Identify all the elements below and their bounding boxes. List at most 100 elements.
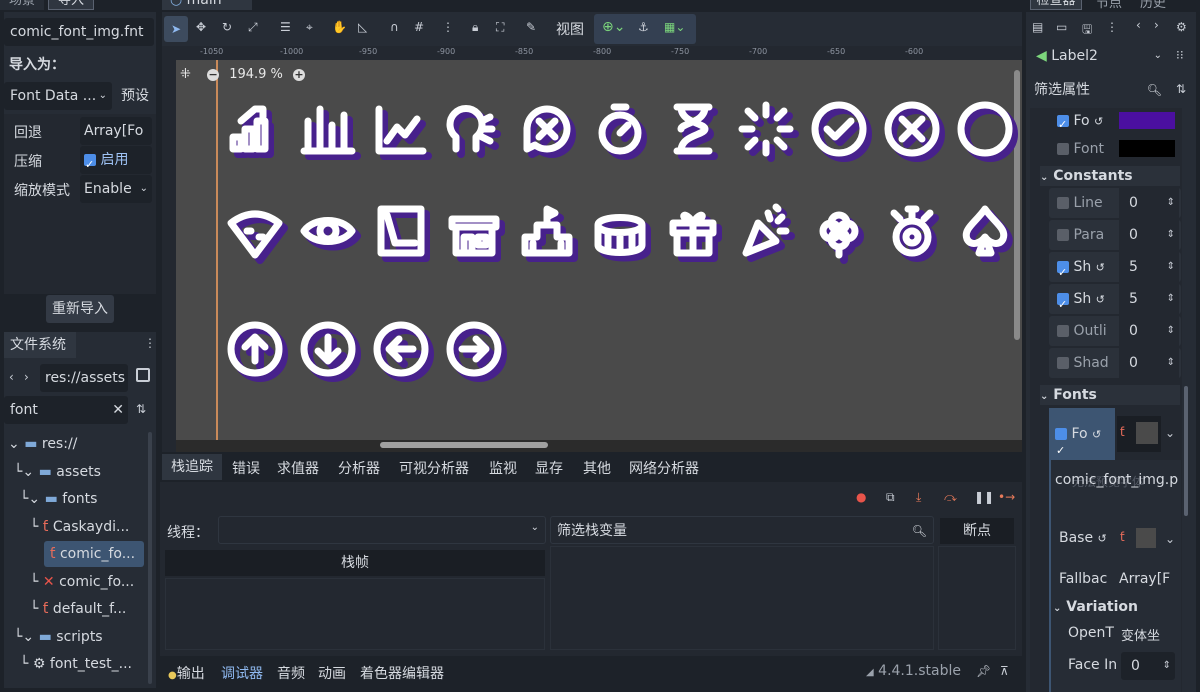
kebab-menu-icon[interactable]: ⋮ (144, 336, 156, 350)
spinbox[interactable]: 5 ⇕ (1119, 252, 1179, 282)
prop-constant-row[interactable]: Sh ↺5⇕ (1049, 284, 1181, 320)
bottom-tab-animation[interactable]: 动画 (318, 663, 346, 683)
breakpoints-list[interactable] (938, 546, 1016, 650)
prop-value-compress[interactable]: 启用 (80, 146, 152, 179)
scale-tool-icon[interactable]: ⤢ (248, 20, 258, 35)
list-select-icon[interactable]: ☰ (280, 20, 291, 34)
filter-settings-icon[interactable]: ⇅ (1176, 82, 1186, 96)
inspector-scrollbar[interactable] (1184, 386, 1188, 516)
step-over-icon[interactable]: ⤼ (944, 490, 957, 505)
stack-frames-list[interactable] (165, 578, 545, 650)
property-filter-input[interactable]: 筛选属性 🔍︎ (1030, 76, 1168, 104)
checkbox-icon[interactable] (1057, 197, 1069, 209)
fonts-header[interactable]: ⌄ Fonts (1040, 385, 1180, 405)
prop-constant-row[interactable]: Sh ↺5⇕ (1049, 252, 1181, 288)
add-circle-icon[interactable]: ⊕⌄ (602, 19, 625, 35)
font-shadow-swatch[interactable] (1119, 140, 1175, 157)
center-view-icon[interactable]: ⁜ (180, 67, 191, 82)
revert-icon[interactable]: ↺ (1092, 428, 1101, 441)
debugger-tab-vram[interactable]: 显存 (535, 458, 563, 478)
tree-item-res[interactable]: ⌄ ▬ res:// (8, 431, 77, 457)
history-back-icon[interactable]: ‹ (1136, 18, 1141, 32)
rotate-tool-icon[interactable]: ↻ (222, 20, 232, 34)
base-font-picker[interactable]: ƭ (1117, 524, 1161, 554)
spinner-arrows-icon[interactable]: ⇕ (1163, 652, 1171, 680)
spinbox[interactable]: 0 ⇕ (1119, 220, 1179, 250)
pan-hand-icon[interactable]: ✋ (332, 20, 347, 34)
pivot-icon[interactable]: ⌖ (306, 20, 313, 35)
checkbox-icon[interactable] (84, 151, 96, 179)
prop-fallbacks-value[interactable]: Array[F (1119, 571, 1175, 587)
constants-header[interactable]: ⌄ Constants (1040, 166, 1180, 186)
more-icon[interactable]: ⋮ (442, 20, 454, 34)
copy-icon[interactable]: ⧉ (886, 490, 895, 505)
filesystem-path[interactable]: res://assets (40, 364, 128, 392)
prop-value-scale-mode[interactable]: Enable ⌄ (80, 175, 152, 203)
ruler-icon[interactable]: ◺ (358, 20, 367, 34)
new-resource-icon[interactable]: ▤ (1032, 20, 1043, 34)
spinbox[interactable]: 0 ⇕ (1119, 348, 1179, 378)
checkbox-icon[interactable] (1057, 325, 1069, 337)
zoom-level[interactable]: 194.9 % (229, 67, 283, 82)
revert-icon[interactable]: ↺ (1096, 261, 1105, 274)
select-region-icon[interactable]: ▦⌄ (664, 20, 685, 34)
tree-item-fonts[interactable]: └⌄ ▬ fonts (20, 486, 97, 512)
tree-scrollbar[interactable] (148, 432, 152, 684)
snap-icon[interactable]: ∩ (390, 20, 399, 34)
spinner-arrows-icon[interactable]: ⇕ (1167, 316, 1175, 346)
spinbox[interactable]: 5 ⇕ (1119, 284, 1179, 314)
prop-constant-row[interactable]: Line 0 ⇕ (1049, 188, 1181, 218)
view-menu[interactable]: 视图 (556, 19, 584, 39)
continue-icon[interactable]: •→ (998, 490, 1015, 504)
bottom-tab-shader-editor[interactable]: 着色器编辑器 (360, 663, 444, 683)
step-into-icon[interactable]: ⤓ (916, 490, 921, 505)
bottom-tab-debugger[interactable]: 调试器 (221, 663, 263, 683)
checkbox-icon[interactable] (1057, 229, 1069, 241)
debugger-tab-profiler[interactable]: 分析器 (338, 458, 380, 478)
anchor-icon[interactable]: ⚓ (638, 20, 649, 34)
tab-scene[interactable]: 场景 (0, 0, 44, 10)
move-tool-icon[interactable]: ✥ (196, 20, 206, 34)
forward-arrow-icon[interactable]: › (24, 370, 29, 384)
zoom-out-icon[interactable]: − (207, 69, 220, 81)
spinner-arrows-icon[interactable]: ⇕ (1167, 220, 1175, 250)
checkbox-icon[interactable] (1057, 290, 1069, 320)
more-icon[interactable]: ⋮ (1106, 20, 1118, 34)
tree-item-scripts[interactable]: └⌄ ▬ scripts (14, 624, 103, 650)
open-folder-icon[interactable]: ▭ (1056, 20, 1067, 34)
inspector-tab-inspector[interactable]: 检查器 (1030, 0, 1082, 10)
face-index-spinbox[interactable]: 0 ⇕ (1121, 652, 1175, 680)
editor-tab[interactable]: ○ main (162, 0, 252, 10)
spinner-arrows-icon[interactable]: ⇕ (1167, 284, 1175, 314)
checkbox-icon[interactable] (1057, 143, 1069, 155)
prop-value-fallback[interactable]: Array[Fo (80, 117, 152, 145)
viewport-hscrollbar[interactable] (380, 442, 548, 448)
select-tool-icon[interactable]: ➤ (164, 16, 188, 42)
tree-item-script[interactable]: └ ⚙ font_test_... (20, 651, 132, 677)
history-forward-icon[interactable]: › (1154, 18, 1159, 32)
prop-constant-row[interactable]: Para 0 ⇕ (1049, 220, 1181, 250)
prop-font[interactable]: Fo ↺ (1049, 408, 1115, 477)
spinbox[interactable]: 0 ⇕ (1119, 316, 1179, 346)
tree-item-assets[interactable]: └⌄ ▬ assets (14, 459, 101, 485)
variation-header[interactable]: ⌄ Variation (1053, 597, 1181, 617)
back-arrow-icon[interactable]: ‹ (9, 370, 14, 384)
checkbox-icon[interactable] (1057, 258, 1069, 288)
revert-icon[interactable]: ↺ (1096, 293, 1105, 306)
sort-icon[interactable]: ⇅ (136, 402, 146, 416)
bottom-tab-output[interactable]: ●输出 (168, 663, 205, 683)
prop-constant-row[interactable]: Outli 0 ⇕ (1049, 316, 1181, 346)
pause-icon[interactable]: ❚❚ (974, 490, 994, 504)
close-icon[interactable]: ✕ (112, 396, 124, 424)
checkbox-icon[interactable] (1057, 357, 1069, 369)
inspector-tab-history[interactable]: 历史 (1140, 0, 1166, 11)
bone-icon[interactable]: ✎ (526, 20, 536, 34)
tab-import[interactable]: 导入 (48, 0, 94, 10)
font-color-swatch[interactable] (1119, 112, 1175, 129)
zoom-in-icon[interactable]: + (293, 69, 306, 81)
preset-button[interactable]: 预设 (116, 82, 154, 110)
debugger-tab-visual-profiler[interactable]: 可视分析器 (399, 458, 469, 478)
pin-icon[interactable]: 📌︎ (976, 664, 991, 678)
spinner-arrows-icon[interactable]: ⇕ (1167, 252, 1175, 282)
debugger-tab-network[interactable]: 网络分析器 (629, 458, 699, 478)
